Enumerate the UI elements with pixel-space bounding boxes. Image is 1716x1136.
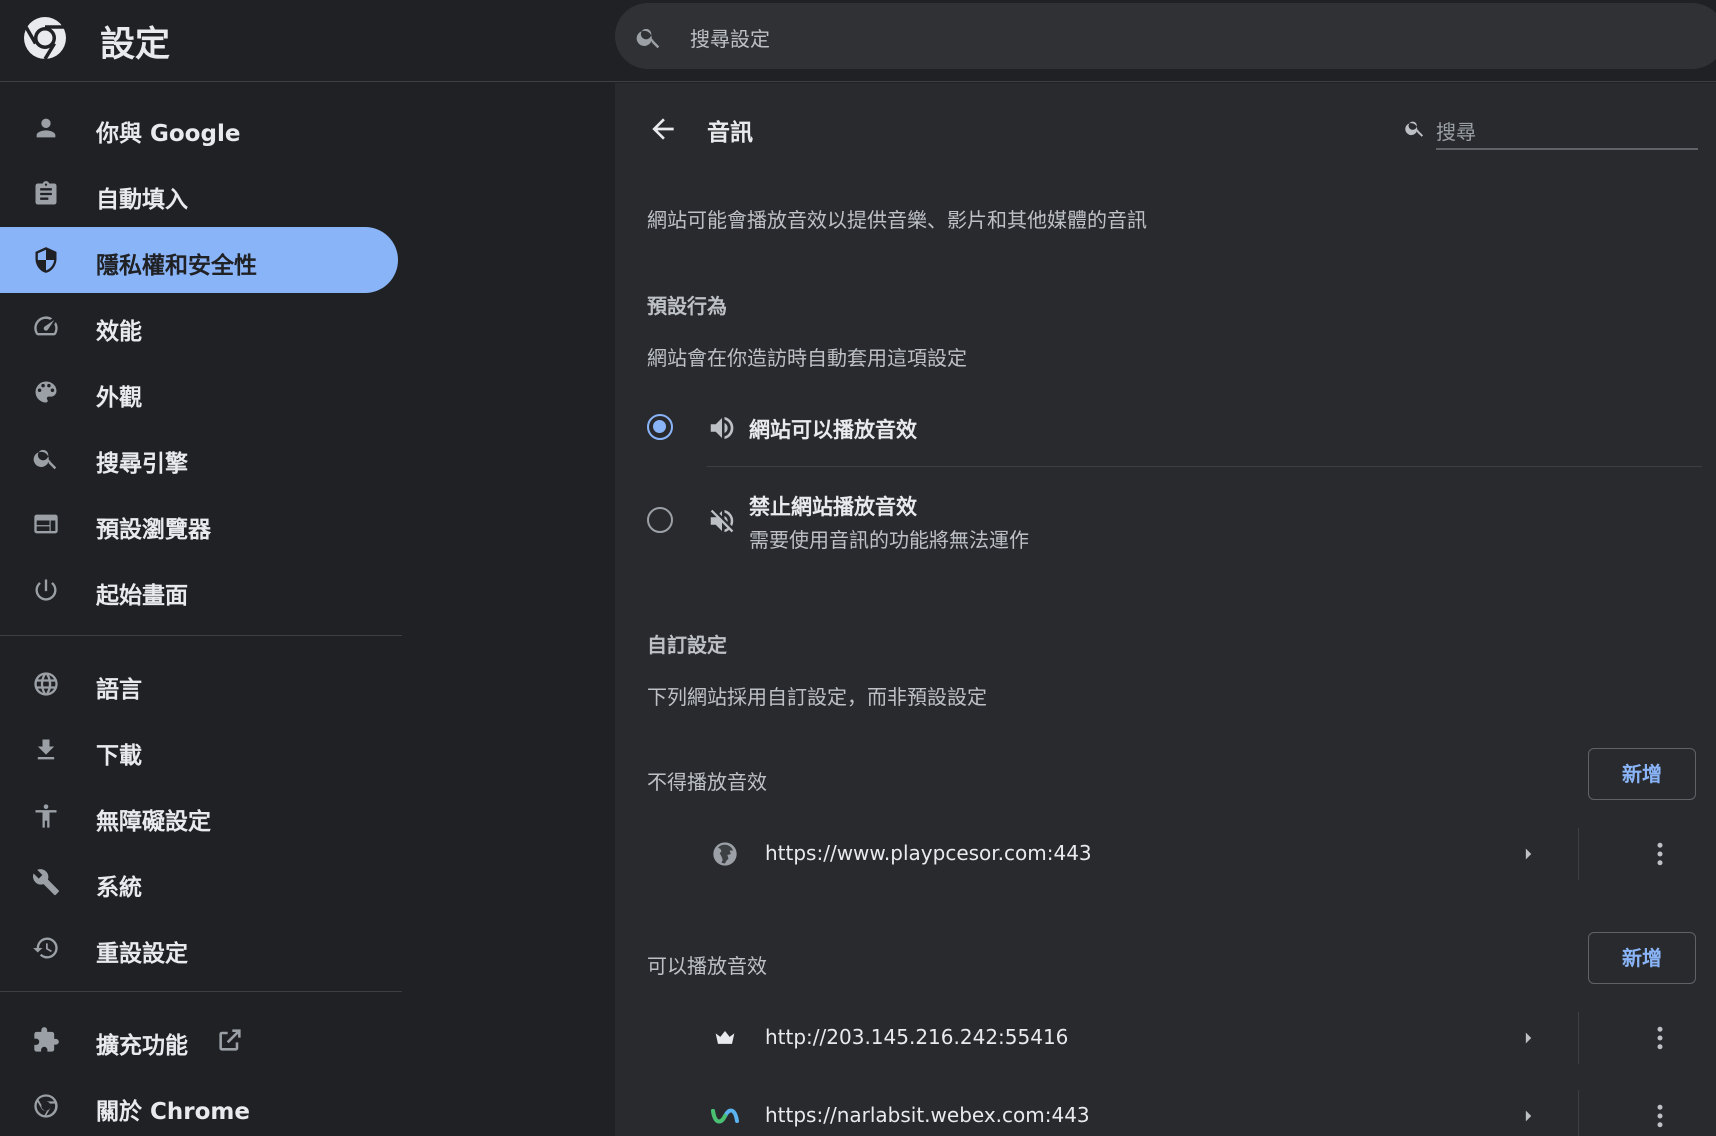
chrome-logo-icon <box>22 15 68 61</box>
search-icon <box>1404 117 1426 139</box>
search-underline <box>1436 148 1698 150</box>
chrome-icon <box>32 1092 60 1120</box>
custom-settings-heading: 自訂設定 <box>647 633 727 657</box>
search-placeholder: 搜尋 <box>1436 120 1476 144</box>
sound-settings-panel: 音訊 搜尋 網站可能會播放音效以提供音樂、影片和其他媒體的音訊 預設行為 網站會… <box>615 83 1716 1136</box>
site-row: https://narlabsit.webex.com:443 <box>615 1085 1716 1136</box>
radio-allow-sound[interactable] <box>647 414 673 440</box>
expand-arrow-icon[interactable] <box>1515 841 1541 867</box>
sidebar-item-appearance[interactable]: 外觀 <box>0 359 398 425</box>
more-options-icon[interactable] <box>1645 1101 1675 1131</box>
sidebar-item-about-chrome[interactable]: 關於 Chrome <box>0 1073 398 1136</box>
sidebar-item-accessibility[interactable]: 無障礙設定 <box>0 783 398 849</box>
row-separator <box>1578 828 1579 880</box>
add-allowed-site-button[interactable]: 新增 <box>1588 932 1696 984</box>
row-separator <box>1578 1090 1579 1136</box>
sidebar-item-languages[interactable]: 語言 <box>0 651 398 717</box>
search-icon <box>32 444 60 472</box>
sidebar-item-reset-settings[interactable]: 重設設定 <box>0 915 398 981</box>
search-icon <box>635 23 663 51</box>
puzzle-icon <box>32 1026 60 1054</box>
palette-icon <box>32 378 60 406</box>
sidebar-item-extensions[interactable]: 擴充功能 <box>0 1007 398 1073</box>
sidebar-item-downloads[interactable]: 下載 <box>0 717 398 783</box>
page-description: 網站可能會播放音效以提供音樂、影片和其他媒體的音訊 <box>647 208 1147 232</box>
sidebar-item-label: 重設設定 <box>96 941 188 967</box>
sidebar-item-label: 語言 <box>96 677 142 703</box>
shield-icon <box>32 246 60 274</box>
sidebar-item-label: 下載 <box>96 743 142 769</box>
speedometer-icon <box>32 312 60 340</box>
sidebar-item-label: 無障礙設定 <box>96 809 211 835</box>
sidebar-item-search-engine[interactable]: 搜尋引擎 <box>0 425 398 491</box>
volume-icon <box>707 413 737 443</box>
open-in-new-icon <box>216 1026 244 1054</box>
app-title: 設定 <box>100 25 171 65</box>
option-allow-sound-label: 網站可以播放音效 <box>749 418 917 442</box>
site-url: https://narlabsit.webex.com:443 <box>765 1103 1090 1127</box>
expand-arrow-icon[interactable] <box>1515 1025 1541 1051</box>
sidebar-item-performance[interactable]: 效能 <box>0 293 398 359</box>
option-block-sound-sublabel: 需要使用音訊的功能將無法運作 <box>749 528 1029 552</box>
sidebar-item-on-startup[interactable]: 起始畫面 <box>0 557 398 623</box>
history-icon <box>32 934 60 962</box>
option-block-sound-label: 禁止網站播放音效 <box>749 495 917 519</box>
webex-icon <box>711 1102 739 1130</box>
site-row: https://www.playpcesor.com:443 <box>615 823 1716 887</box>
sidebar-item-label: 預設瀏覽器 <box>96 517 211 543</box>
site-url: https://www.playpcesor.com:443 <box>765 841 1092 865</box>
sidebar-item-system[interactable]: 系統 <box>0 849 398 915</box>
sidebar-item-label: 關於 Chrome <box>96 1099 250 1125</box>
browser-window-icon <box>32 510 60 538</box>
sound-search-input[interactable]: 搜尋 <box>1402 105 1702 150</box>
site-row: http://203.145.216.242:55416 <box>615 1007 1716 1071</box>
site-url: http://203.145.216.242:55416 <box>765 1025 1069 1049</box>
top-bar: 設定 搜尋設定 <box>0 0 1716 82</box>
allowed-sites-heading: 可以播放音效 <box>647 954 767 978</box>
sidebar-item-privacy-security[interactable]: 隱私權和安全性 <box>0 227 398 293</box>
blocked-sites-heading: 不得播放音效 <box>647 770 767 794</box>
wrench-icon <box>32 868 60 896</box>
sidebar-item-you-and-google[interactable]: 你與 Google <box>0 95 398 161</box>
sidebar-item-label: 擴充功能 <box>96 1033 188 1059</box>
sidebar-item-label: 你與 Google <box>96 121 241 147</box>
sidebar-item-label: 效能 <box>96 319 142 345</box>
sidebar-item-autofill[interactable]: 自動填入 <box>0 161 398 227</box>
power-icon <box>32 576 60 604</box>
custom-settings-description: 下列網站採用自訂設定，而非預設設定 <box>647 685 987 709</box>
sidebar-item-label: 自動填入 <box>96 187 188 213</box>
search-placeholder: 搜尋設定 <box>690 27 770 51</box>
sidebar-divider <box>0 991 402 992</box>
back-arrow-icon[interactable] <box>647 113 679 145</box>
clipboard-icon <box>32 180 60 208</box>
row-separator <box>1578 1012 1579 1064</box>
sidebar-item-label: 外觀 <box>96 385 142 411</box>
sidebar-item-label: 搜尋引擎 <box>96 451 188 477</box>
volume-off-icon <box>707 506 737 536</box>
more-options-icon[interactable] <box>1645 839 1675 869</box>
radio-block-sound[interactable] <box>647 507 673 533</box>
sidebar: 你與 Google 自動填入 隱私權和安全性 效能 外觀 搜尋引擎 預設瀏覽器 … <box>0 83 614 1136</box>
sidebar-item-label: 起始畫面 <box>96 583 188 609</box>
sidebar-divider <box>0 635 402 636</box>
settings-search-input[interactable]: 搜尋設定 <box>615 3 1716 69</box>
default-behavior-description: 網站會在你造訪時自動套用這項設定 <box>647 346 967 370</box>
sidebar-item-label: 系統 <box>96 875 142 901</box>
sidebar-item-label: 隱私權和安全性 <box>96 253 257 279</box>
more-options-icon[interactable] <box>1645 1023 1675 1053</box>
person-icon <box>32 114 60 142</box>
accessibility-icon <box>32 802 60 830</box>
add-blocked-site-button[interactable]: 新增 <box>1588 748 1696 800</box>
option-divider <box>707 466 1702 467</box>
expand-arrow-icon[interactable] <box>1515 1103 1541 1129</box>
globe-icon <box>711 840 739 868</box>
crown-icon <box>711 1024 739 1052</box>
page-title: 音訊 <box>707 120 753 146</box>
default-behavior-heading: 預設行為 <box>647 294 727 318</box>
download-icon <box>32 736 60 764</box>
sidebar-item-default-browser[interactable]: 預設瀏覽器 <box>0 491 398 557</box>
globe-icon <box>32 670 60 698</box>
